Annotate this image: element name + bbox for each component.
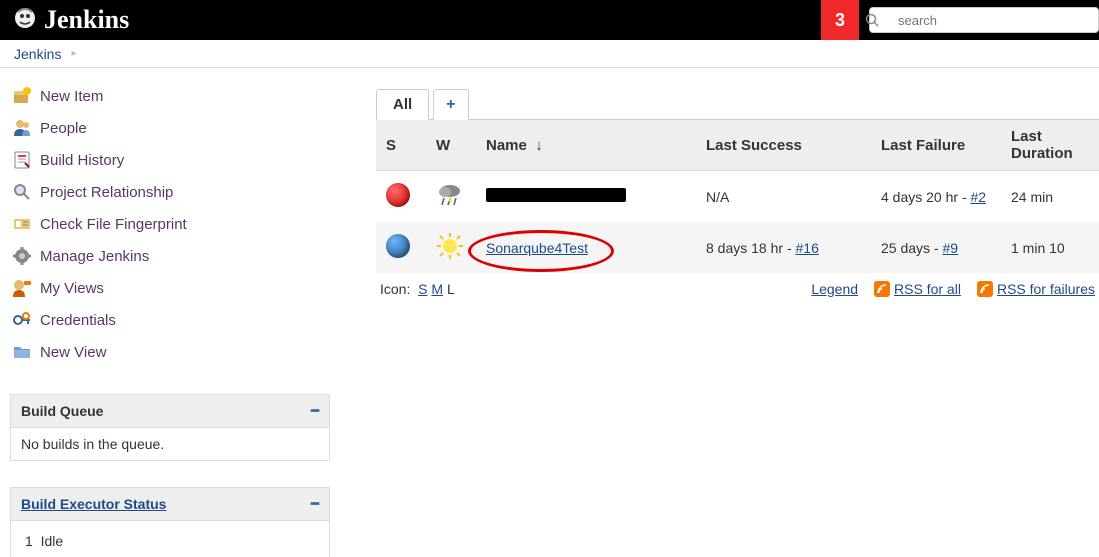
people-icon <box>12 118 32 138</box>
executor-header[interactable]: Build Executor Status ━ <box>10 487 330 521</box>
last-failure-cell: 4 days 20 hr - #2 <box>871 171 1001 223</box>
sidebar-item-label: People <box>40 120 87 137</box>
status-ball <box>386 183 410 207</box>
sidebar-item-label: Check File Fingerprint <box>40 216 187 233</box>
col-weather[interactable]: W <box>426 120 476 171</box>
last-success-cell: N/A <box>696 171 871 223</box>
rss-icon <box>874 281 890 297</box>
search-wrap <box>859 7 1099 33</box>
sidebar-item-label: Build History <box>40 152 124 169</box>
build-link[interactable]: #16 <box>796 240 819 256</box>
col-last-duration[interactable]: Last Duration <box>1001 120 1099 171</box>
sidebar-item-build-history[interactable]: Build History <box>10 144 336 176</box>
build-link[interactable]: #2 <box>971 189 987 205</box>
sidebar-item-project-relationship[interactable]: Project Relationship <box>10 176 336 208</box>
job-name-link[interactable]: Sonarqube4Test <box>486 240 588 256</box>
sidebar-item-label: Credentials <box>40 312 116 329</box>
last-failure-cell: 25 days - #9 <box>871 222 1001 273</box>
breadcrumb-separator-icon: ▸ <box>71 48 76 59</box>
rss-icon <box>977 281 993 297</box>
tab-add[interactable]: + <box>433 89 468 120</box>
sidebar-item-label: Project Relationship <box>40 184 173 201</box>
job-row: Sonarqube4Test 8 days 18 hr - #1625 days … <box>376 222 1099 273</box>
sidebar-item-my-views[interactable]: My Views <box>10 272 336 304</box>
executor-body: 1 Idle <box>10 521 330 557</box>
sidebar-item-label: My Views <box>40 280 104 297</box>
credentials-icon <box>12 310 32 330</box>
sidebar-item-label: New View <box>40 344 106 361</box>
table-footer: Icon: S M L Legend RSS for all RSS for f… <box>376 273 1099 297</box>
new-item-icon <box>12 86 32 106</box>
sidebar-item-people[interactable]: People <box>10 112 336 144</box>
build-queue-body: No builds in the queue. <box>10 428 330 461</box>
build-queue-section: Build Queue ━ No builds in the queue. <box>10 394 336 461</box>
folder-icon <box>12 342 32 362</box>
rss-all-link: RSS for all <box>874 281 961 297</box>
collapse-icon: ━ <box>311 403 319 419</box>
icon-size-l: L <box>447 281 455 297</box>
executor-section: Build Executor Status ━ 1 Idle <box>10 487 336 557</box>
sidebar-item-label: New Item <box>40 88 103 105</box>
status-ball <box>386 234 410 258</box>
last-success-cell: 8 days 18 hr - #16 <box>696 222 871 273</box>
sidebar-nav: New Item People Build History Project Re… <box>10 80 336 368</box>
sidebar-item-label: Manage Jenkins <box>40 248 149 265</box>
job-name-redacted <box>486 188 626 202</box>
sidebar-item-new-view[interactable]: New View <box>10 336 336 368</box>
executor-row: 1 Idle <box>21 529 319 549</box>
build-queue-header[interactable]: Build Queue ━ <box>10 394 330 428</box>
executor-title[interactable]: Build Executor Status <box>21 496 166 512</box>
icon-size-s[interactable]: S <box>418 281 427 297</box>
build-queue-title: Build Queue <box>21 403 103 419</box>
sidebar-item-fingerprint[interactable]: Check File Fingerprint <box>10 208 336 240</box>
sidebar-item-manage-jenkins[interactable]: Manage Jenkins <box>10 240 336 272</box>
col-status[interactable]: S <box>376 120 426 171</box>
view-tabs: All + <box>376 88 1099 120</box>
breadcrumb-item[interactable]: Jenkins <box>14 46 61 62</box>
search-input[interactable] <box>869 7 1099 33</box>
logo-text: Jenkins <box>44 5 129 35</box>
alert-count-badge[interactable]: 3 <box>821 0 859 40</box>
sidebar: New Item People Build History Project Re… <box>0 68 336 557</box>
icon-size-m[interactable]: M <box>431 281 443 297</box>
icon-size-picker: Icon: S M L <box>380 281 455 297</box>
build-link[interactable]: #9 <box>942 240 958 256</box>
sidebar-item-credentials[interactable]: Credentials <box>10 304 336 336</box>
relationship-icon <box>12 182 32 202</box>
jenkins-logo-icon <box>12 6 38 34</box>
search-icon <box>865 13 879 27</box>
collapse-icon: ━ <box>311 496 319 512</box>
breadcrumb-bar: Jenkins ▸ <box>0 40 1099 68</box>
logo[interactable]: Jenkins <box>0 5 129 35</box>
col-name[interactable]: Name ↓ <box>476 120 696 171</box>
views-icon <box>12 278 32 298</box>
topbar: Jenkins 3 <box>0 0 1099 40</box>
fingerprint-icon <box>12 214 32 234</box>
job-row: N/A4 days 20 hr - #224 min <box>376 171 1099 223</box>
history-icon <box>12 150 32 170</box>
col-last-success[interactable]: Last Success <box>696 120 871 171</box>
tab-all[interactable]: All <box>376 89 429 120</box>
sidebar-item-new-item[interactable]: New Item <box>10 80 336 112</box>
main-content: All + S W Name ↓ Last Success Last Failu… <box>336 68 1099 297</box>
duration-cell: 1 min 10 <box>1001 222 1099 273</box>
gear-icon <box>12 246 32 266</box>
rss-failures-link: RSS for failures <box>977 281 1095 297</box>
sun-icon <box>436 232 464 260</box>
col-last-failure[interactable]: Last Failure <box>871 120 1001 171</box>
legend-link: Legend <box>811 281 858 297</box>
jobs-table: S W Name ↓ Last Success Last Failure Las… <box>376 120 1099 273</box>
duration-cell: 24 min <box>1001 171 1099 223</box>
storm-icon <box>436 181 464 209</box>
